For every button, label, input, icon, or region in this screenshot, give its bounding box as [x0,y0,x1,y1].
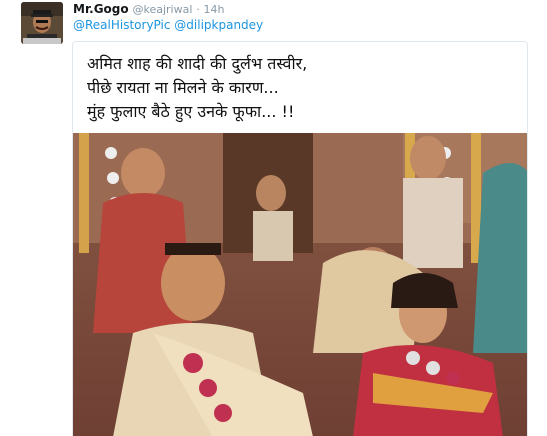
display-name[interactable]: Mr.Gogo [73,2,129,16]
caption-line-1: अमित शाह की शादी की दुर्लभ तस्वीर, [87,54,308,73]
separator-dot: · [196,3,200,16]
tweet-photo[interactable] [73,133,527,436]
mention-realhistorypic[interactable]: @RealHistoryPic [73,18,170,32]
tweet-timestamp[interactable]: 14h [204,3,225,16]
mention-dilipkpandey[interactable]: @dilipkpandey [174,18,263,32]
user-handle[interactable]: @keajriwal [132,3,192,16]
reply-mentions: @RealHistoryPic @dilipkpandey [73,17,263,33]
wedding-photo-image [73,133,527,436]
caption-line-2: पीछे रायता ना मिलने के कारण... [87,78,279,97]
avatar-image [21,2,63,44]
avatar[interactable] [21,2,63,44]
tweet-text: अमित शाह की शादी की दुर्लभ तस्वीर, पीछे … [87,52,517,124]
tweet-header: Mr.Gogo @keajriwal · 14h [73,1,225,18]
caption-line-3: मुंह फुलाए बैठे हुए उनके फूफा... !! [87,102,295,121]
tweet: Mr.Gogo @keajriwal · 14h @RealHistoryPic… [0,0,547,436]
tweet-card: अमित शाह की शादी की दुर्लभ तस्वीर, पीछे … [72,41,528,436]
